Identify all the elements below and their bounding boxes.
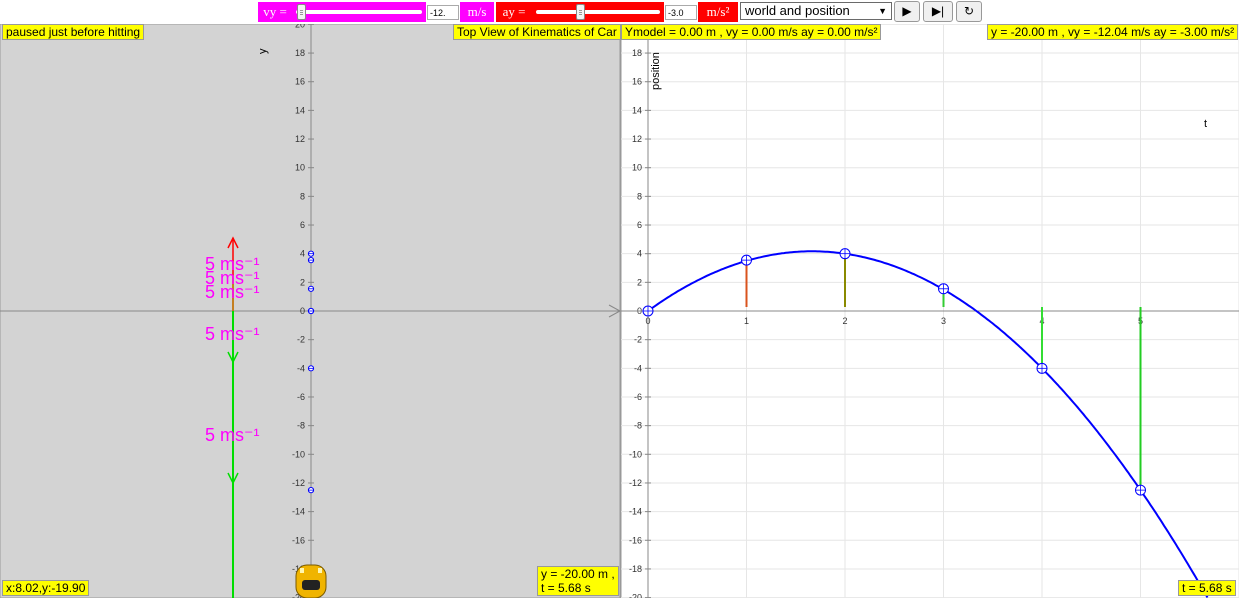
graph-y-tick-label: -20 <box>629 593 642 598</box>
step-button[interactable]: ▶| <box>923 1 953 22</box>
world-y-tick-label: 12 <box>295 134 305 144</box>
car-readout-time: t = 5.68 s <box>541 581 591 595</box>
vy-slider-track <box>296 10 422 14</box>
graph-y-axis-label: position <box>650 52 662 90</box>
ay-slider-thumb[interactable] <box>576 4 585 20</box>
play-button[interactable]: ▶ <box>894 1 920 22</box>
ay-unit: m/s² <box>698 2 738 22</box>
ay-value-input[interactable]: -3.0 <box>665 5 697 20</box>
car-readout-position: y = -20.00 m , <box>541 567 615 581</box>
world-y-tick-label: -4 <box>297 363 305 373</box>
mouse-coordinates: x:8.02,y:-19.90 <box>2 580 90 596</box>
graph-y-tick-label: -18 <box>629 564 642 574</box>
world-y-tick-label: -16 <box>292 535 305 545</box>
ay-label: ay = <box>496 2 532 22</box>
graph-y-tick-label: 2 <box>637 277 642 287</box>
vector-magnitude-label: 5 ms⁻¹ <box>205 425 260 445</box>
mode-select[interactable]: world and position ▼ <box>740 2 892 20</box>
ay-slider[interactable] <box>532 2 664 22</box>
world-y-tick-label: -2 <box>297 335 305 345</box>
simulation-area: 20181614121086420-2-4-6-8-10-12-14-16-18… <box>0 24 1239 598</box>
world-y-tick-label: -10 <box>292 449 305 459</box>
graph-y-tick-label: -16 <box>629 535 642 545</box>
status-label: paused just before hitting <box>2 24 145 40</box>
car-icon[interactable] <box>295 564 327 598</box>
graph-y-tick-label: 8 <box>637 191 642 201</box>
graph-y-tick-label: -4 <box>634 363 642 373</box>
mode-select-value: world and position <box>745 3 850 18</box>
graph-y-tick-label: -10 <box>629 449 642 459</box>
world-y-axis-label: y <box>257 48 269 54</box>
graph-y-tick-label: 12 <box>632 134 642 144</box>
world-title: Top View of Kinematics of Car <box>453 24 621 40</box>
vy-slider[interactable] <box>292 2 426 22</box>
world-y-tick-label: -6 <box>297 392 305 402</box>
graph-y-tick-label: -2 <box>634 335 642 345</box>
graph-y-tick-label: 14 <box>632 105 642 115</box>
toolbar: vy = -12. m/s ay = -3.0 m/s² world and p… <box>0 0 1239 24</box>
reset-icon: ↻ <box>963 4 975 18</box>
simulation-canvas: 20181614121086420-2-4-6-8-10-12-14-16-18… <box>0 24 1239 598</box>
graph-t-tick-label: 2 <box>842 316 847 326</box>
graph-t-axis-label: t <box>1204 118 1207 130</box>
ay-slider-track <box>536 10 660 14</box>
graph-y-tick-label: -14 <box>629 507 642 517</box>
vy-unit: m/s <box>460 2 494 22</box>
world-y-tick-label: 10 <box>295 163 305 173</box>
chevron-down-icon: ▼ <box>878 6 887 16</box>
world-y-tick-label: 14 <box>295 105 305 115</box>
vector-magnitude-label: 5 ms⁻¹ <box>205 282 260 302</box>
vy-label: vy = <box>258 2 292 22</box>
world-y-tick-label: 4 <box>300 249 305 259</box>
graph-y-tick-label: 10 <box>632 163 642 173</box>
model-readout: Ymodel = 0.00 m , vy = 0.00 m/s ay = 0.0… <box>621 24 882 40</box>
world-y-tick-label: 6 <box>300 220 305 230</box>
play-icon: ▶ <box>902 4 912 18</box>
graph-y-tick-label: -8 <box>634 421 642 431</box>
vy-value-input[interactable]: -12. <box>427 5 459 20</box>
graph-t-tick-label: 1 <box>744 316 749 326</box>
graph-y-tick-label: 16 <box>632 77 642 87</box>
graph-t-tick-label: 0 <box>645 316 650 326</box>
world-y-tick-label: 2 <box>300 277 305 287</box>
graph-y-tick-label: -12 <box>629 478 642 488</box>
reset-button[interactable]: ↻ <box>956 1 982 22</box>
world-y-tick-label: 16 <box>295 77 305 87</box>
step-forward-icon: ▶| <box>931 4 945 18</box>
car-readout: y = -20.00 m , t = 5.68 s <box>537 566 619 596</box>
world-y-tick-label: -14 <box>292 507 305 517</box>
world-y-tick-label: 20 <box>295 24 305 29</box>
graph-axes: 20181614121086420-2-4-6-8-10-12-14-16-18… <box>621 24 1239 598</box>
vector-magnitude-label: 5 ms⁻¹ <box>205 324 260 344</box>
graph-y-tick-label: 4 <box>637 249 642 259</box>
graph-time-readout: t = 5.68 s <box>1178 580 1236 596</box>
world-y-tick-label: 18 <box>295 48 305 58</box>
graph-y-tick-label: 18 <box>632 48 642 58</box>
vy-slider-thumb[interactable] <box>297 4 306 20</box>
graph-t-tick-label: 3 <box>941 316 946 326</box>
current-readout: y = -20.00 m , vy = -12.04 m/s ay = -3.0… <box>987 24 1239 40</box>
world-y-tick-label: 8 <box>300 191 305 201</box>
graph-y-tick-label: -6 <box>634 392 642 402</box>
graph-y-tick-label: 6 <box>637 220 642 230</box>
world-y-tick-label: -12 <box>292 478 305 488</box>
world-y-tick-label: -8 <box>297 421 305 431</box>
world-y-tick-label: 0 <box>300 306 305 316</box>
